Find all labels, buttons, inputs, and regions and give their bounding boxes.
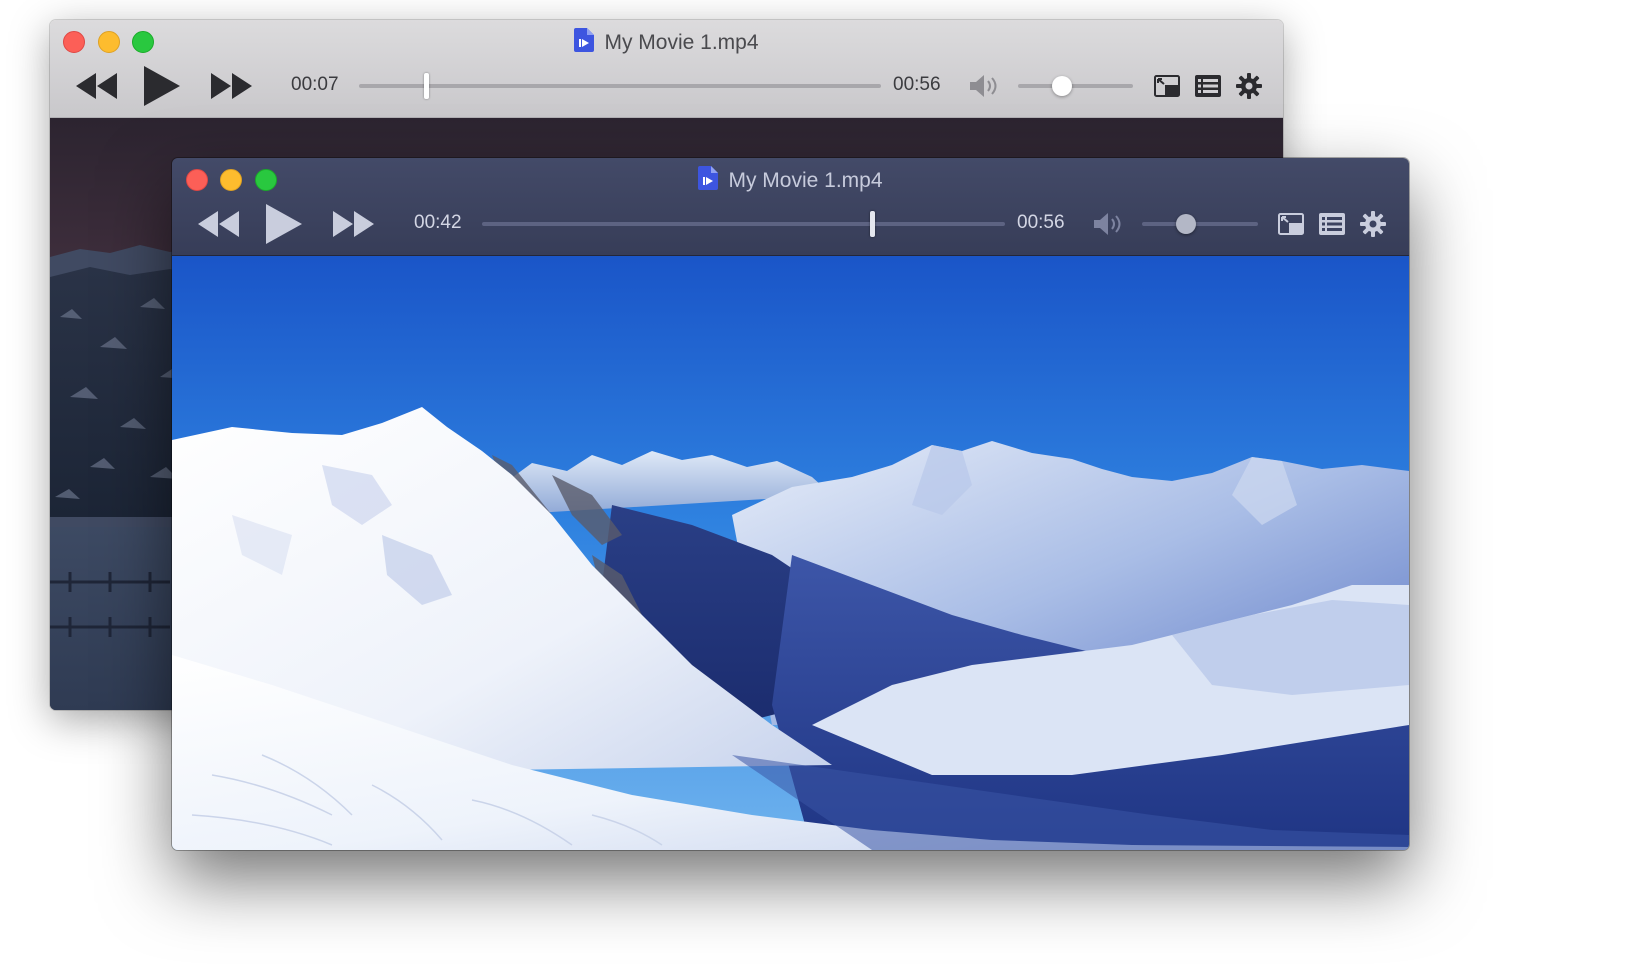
video-file-icon xyxy=(574,28,595,52)
current-time: 00:07 xyxy=(291,74,339,95)
playlist-icon xyxy=(1195,75,1221,97)
fast-forward-button[interactable] xyxy=(208,66,254,106)
pip-button[interactable] xyxy=(1152,66,1182,106)
play-icon xyxy=(144,66,180,106)
speaker-icon xyxy=(970,75,997,97)
seek-handle[interactable] xyxy=(424,73,429,99)
window-title-text: My Movie 1.mp4 xyxy=(728,169,883,192)
player-window-front[interactable]: My Movie 1.mp4 00:42 00:56 xyxy=(172,158,1409,850)
volume-slider[interactable] xyxy=(1142,222,1258,226)
volume-handle[interactable] xyxy=(1176,214,1196,234)
rewind-icon xyxy=(76,73,117,99)
total-time: 00:56 xyxy=(1017,212,1065,233)
video-file-icon xyxy=(698,166,719,190)
rewind-button[interactable] xyxy=(196,204,242,244)
playlist-icon xyxy=(1319,213,1345,235)
gear-icon xyxy=(1360,211,1386,237)
speaker-icon xyxy=(1094,213,1121,235)
window-title: My Movie 1.mp4 xyxy=(50,28,1283,56)
play-button[interactable] xyxy=(142,66,182,106)
settings-button[interactable] xyxy=(1234,66,1264,106)
picture-in-picture-icon xyxy=(1154,75,1180,97)
video-frame-mountains xyxy=(172,255,1409,850)
volume-handle[interactable] xyxy=(1052,76,1072,96)
rewind-icon xyxy=(198,211,239,237)
rewind-button[interactable] xyxy=(74,66,120,106)
seek-bar[interactable] xyxy=(482,222,1005,226)
playlist-button[interactable] xyxy=(1193,66,1223,106)
volume-button[interactable] xyxy=(968,66,1002,106)
gear-icon xyxy=(1236,73,1262,99)
window-title-text: My Movie 1.mp4 xyxy=(604,31,759,54)
fast-forward-button[interactable] xyxy=(330,204,376,244)
volume-slider[interactable] xyxy=(1018,84,1133,88)
play-icon xyxy=(266,204,302,244)
current-time: 00:42 xyxy=(414,212,462,233)
playlist-button[interactable] xyxy=(1317,204,1347,244)
fast-forward-icon xyxy=(333,211,374,237)
fast-forward-icon xyxy=(211,73,252,99)
picture-in-picture-icon xyxy=(1278,213,1304,235)
seek-bar[interactable] xyxy=(359,84,881,88)
pip-button[interactable] xyxy=(1276,204,1306,244)
titlebar-front[interactable]: My Movie 1.mp4 00:42 00:56 xyxy=(172,158,1409,256)
desktop: My Movie 1.mp4 00:07 00:56 My Movie 1.mp… xyxy=(0,0,1634,978)
total-time: 00:56 xyxy=(893,74,941,95)
settings-button[interactable] xyxy=(1358,204,1388,244)
play-button[interactable] xyxy=(264,204,304,244)
window-title: My Movie 1.mp4 xyxy=(172,166,1409,194)
video-area-front[interactable] xyxy=(172,255,1409,850)
volume-button[interactable] xyxy=(1092,204,1126,244)
seek-handle[interactable] xyxy=(870,211,875,237)
titlebar-back[interactable]: My Movie 1.mp4 00:07 00:56 xyxy=(50,20,1283,118)
